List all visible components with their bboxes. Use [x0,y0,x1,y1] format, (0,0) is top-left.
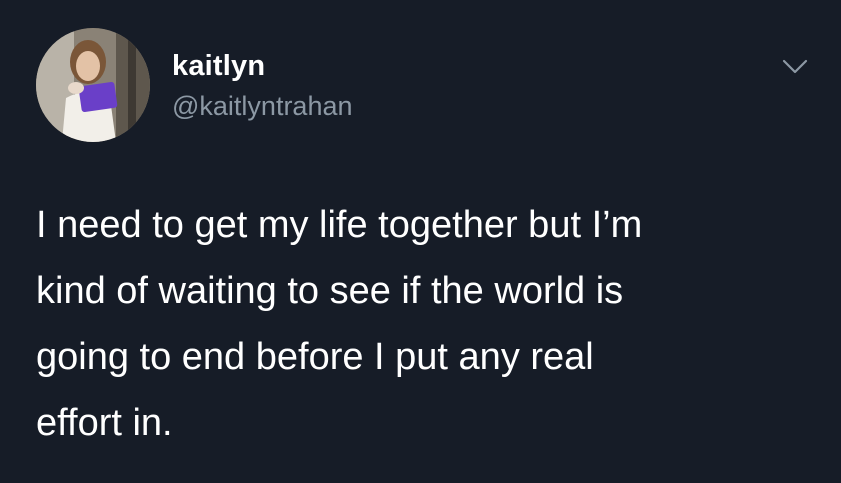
avatar[interactable] [36,28,150,142]
profile-photo-icon [36,28,150,142]
tweet-text: I need to get my life together but I’m k… [36,192,816,456]
tweet-text-line: going to end before I put any real [36,336,594,378]
tweet-card: kaitlyn @kaitlyntrahan I need to get my … [0,0,841,483]
tweet-text-line: I need to get my life together but I’m [36,204,643,246]
author-handle[interactable]: @kaitlyntrahan [172,89,353,123]
chevron-down-icon[interactable] [778,52,812,80]
tweet-text-line: effort in. [36,402,173,444]
tweet-text-line: kind of waiting to see if the world is [36,270,624,312]
author-display-name[interactable]: kaitlyn [172,48,265,84]
